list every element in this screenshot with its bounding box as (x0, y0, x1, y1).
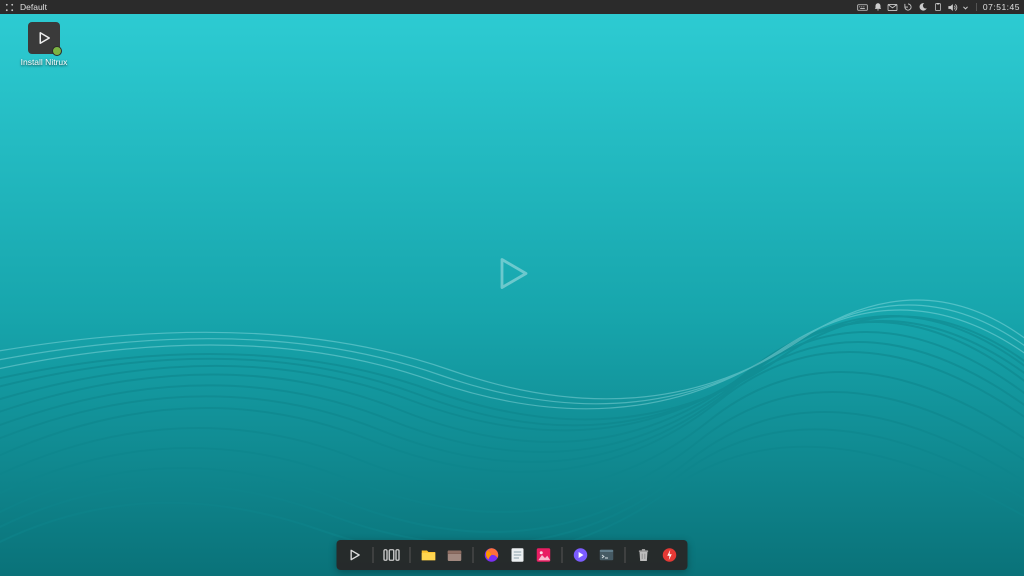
install-icon-label: Install Nitrux (14, 57, 74, 67)
dock (337, 540, 688, 570)
notifications-icon[interactable] (872, 1, 884, 13)
volume-icon[interactable] (947, 1, 959, 13)
clock[interactable]: 07:51:45 (983, 2, 1020, 12)
updates-icon[interactable] (902, 1, 914, 13)
dock-separator (373, 547, 374, 563)
dock-firefox[interactable] (482, 545, 502, 565)
dock-text-editor[interactable] (508, 545, 528, 565)
dock-app-launcher[interactable] (345, 545, 365, 565)
install-nitrux-icon[interactable]: Install Nitrux (14, 22, 74, 67)
dock-separator (625, 547, 626, 563)
tray-separator (976, 3, 977, 11)
workspace-label[interactable]: Default (20, 2, 47, 12)
install-icon-box (28, 22, 60, 54)
top-panel: Default 07:51:45 (0, 0, 1024, 14)
activities-icon[interactable] (4, 2, 14, 12)
clipboard-icon[interactable] (932, 1, 944, 13)
dock-terminal[interactable] (597, 545, 617, 565)
dock-image-viewer[interactable] (534, 545, 554, 565)
install-badge-icon (52, 46, 62, 56)
dock-separator (562, 547, 563, 563)
dock-media-player[interactable] (571, 545, 591, 565)
wallpaper-logo (488, 250, 536, 303)
dock-separator (473, 547, 474, 563)
dock-task-switcher[interactable] (382, 545, 402, 565)
dock-trash[interactable] (634, 545, 654, 565)
keyboard-icon[interactable] (857, 1, 869, 13)
mail-icon[interactable] (887, 1, 899, 13)
dock-power[interactable] (660, 545, 680, 565)
dock-separator (410, 547, 411, 563)
expand-icon[interactable] (962, 1, 970, 13)
dock-file-manager[interactable] (419, 545, 439, 565)
dock-software-center[interactable] (445, 545, 465, 565)
night-color-icon[interactable] (917, 1, 929, 13)
